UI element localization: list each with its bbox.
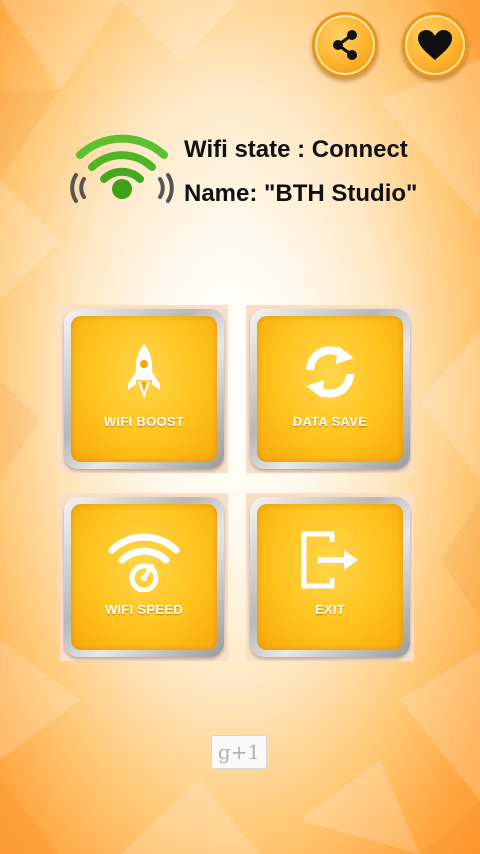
wifi-boost-label: WIFI BOOST xyxy=(103,414,185,429)
heart-icon xyxy=(418,30,452,60)
data-save-button[interactable]: DATA SAVE xyxy=(246,305,414,473)
wifi-speed-label: WIFI SPEED xyxy=(104,602,184,617)
share-button[interactable] xyxy=(312,12,378,78)
wifi-status-icon xyxy=(70,134,174,203)
share-icon xyxy=(333,30,357,60)
favorite-button[interactable] xyxy=(402,12,468,78)
google-plus-one-button[interactable]: g+1 xyxy=(211,735,267,769)
wifi-boost-button[interactable]: WIFI BOOST xyxy=(60,305,228,473)
exit-icon xyxy=(301,531,358,589)
refresh-icon xyxy=(306,346,354,398)
wifi-state-text: Wifi state : Connect xyxy=(184,136,408,163)
rocket-icon xyxy=(128,344,160,398)
data-save-label: DATA SAVE xyxy=(292,414,368,429)
wifi-speed-button[interactable]: WIFI SPEED xyxy=(60,493,228,661)
exit-label: EXIT xyxy=(314,602,346,617)
exit-button[interactable]: EXIT xyxy=(246,493,414,661)
speedometer-icon xyxy=(108,533,180,592)
network-name-text: Name: "BTH Studio" xyxy=(184,180,418,207)
